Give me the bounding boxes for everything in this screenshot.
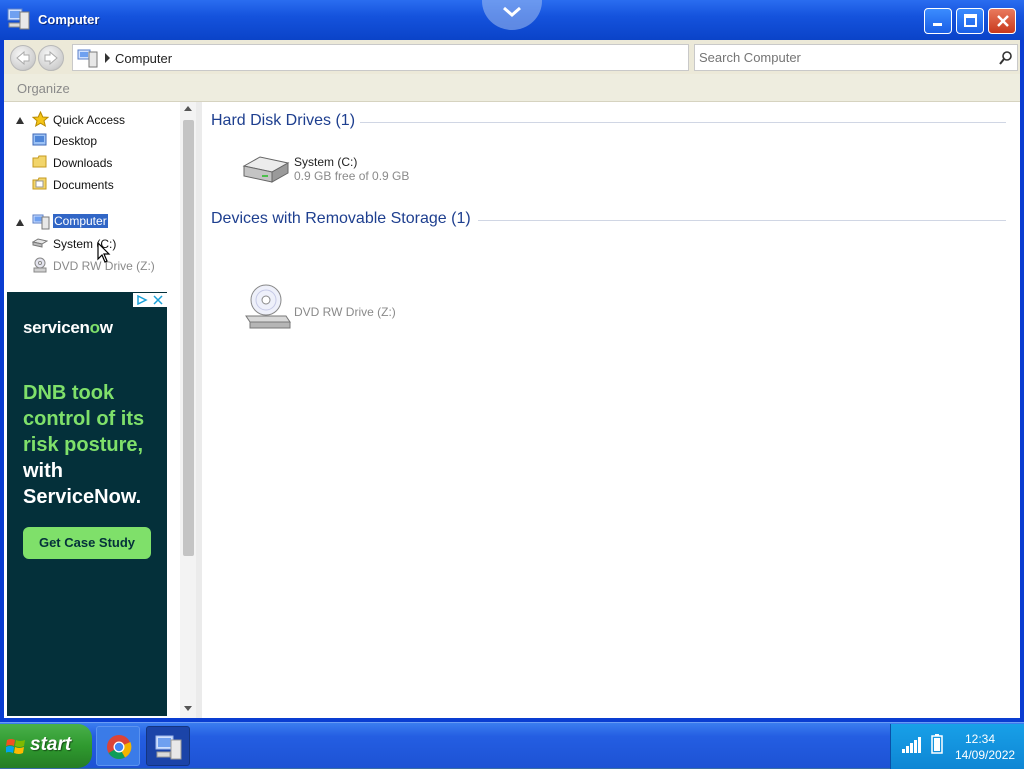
tree-item-desktop[interactable]: Desktop	[32, 131, 172, 151]
tree-expand-icon[interactable]	[16, 117, 24, 124]
ad-badge[interactable]	[133, 293, 167, 307]
folder-icon	[32, 155, 47, 168]
computer-icon	[155, 735, 182, 760]
ad-cta-button[interactable]: Get Case Study	[23, 527, 151, 559]
chevron-down-icon	[503, 6, 521, 17]
tree-expand-icon[interactable]	[16, 219, 24, 226]
minimize-icon	[933, 23, 942, 26]
advertisement[interactable]: servicenow DNB took control of its risk …	[7, 292, 167, 716]
ad-choices-icon[interactable]	[136, 295, 148, 305]
tree-item-documents[interactable]: Documents	[32, 175, 172, 195]
tree-label: Desktop	[53, 134, 98, 148]
tree-label: Downloads	[53, 156, 113, 170]
close-button[interactable]	[988, 8, 1016, 34]
clock-date[interactable]: 14/09/2022	[955, 748, 1015, 762]
search-box[interactable]	[694, 44, 1018, 71]
title-bar[interactable]: Computer	[0, 0, 1024, 40]
arrow-right-icon	[44, 51, 58, 65]
tree-label: Computer	[53, 214, 108, 228]
hard-drive-icon	[242, 156, 290, 183]
star-icon	[32, 111, 49, 128]
address-row: Computer	[4, 40, 1020, 74]
forward-button[interactable]	[38, 45, 64, 71]
maximize-button[interactable]	[956, 8, 984, 34]
tree-item-downloads[interactable]: Downloads	[32, 153, 172, 173]
taskbar-chrome-button[interactable]	[96, 726, 140, 766]
dvd-drive-icon	[33, 257, 47, 273]
arrow-left-icon	[16, 51, 30, 65]
minimize-button[interactable]	[924, 8, 952, 34]
organize-button[interactable]: Organize	[17, 81, 70, 96]
address-bar[interactable]: Computer	[72, 44, 689, 71]
dvd-drive-icon	[245, 284, 291, 329]
explorer-window: Computer Computer Search Computer Organi…	[0, 0, 1024, 722]
ad-brand-o: o	[89, 318, 100, 337]
drive-name: DVD RW Drive (Z:)	[294, 305, 396, 319]
ad-brand-text: w	[99, 318, 113, 337]
tree-item-computer[interactable]: Computer	[14, 212, 174, 232]
search-input[interactable]	[699, 48, 989, 67]
search-icon[interactable]	[999, 51, 1013, 65]
drive-free-space: 0.9 GB free of 0.9 GB	[294, 169, 410, 183]
group-heading-removable-storage[interactable]: Devices with Removable Storage (1)	[211, 210, 471, 228]
computer-icon	[77, 49, 98, 68]
system-tray: 12:34 14/09/2022	[890, 724, 1024, 769]
start-label: start	[30, 734, 72, 755]
windows-logo-icon	[6, 739, 25, 754]
drive-item-dvd-z[interactable]: DVD RW Drive (Z:)	[242, 284, 482, 334]
close-icon[interactable]	[153, 295, 163, 305]
drive-name: System (C:)	[294, 155, 358, 169]
ad-brand-text: servicen	[23, 318, 90, 337]
documents-folder-icon	[32, 177, 47, 190]
tree-item-quick-access[interactable]: Quick Access	[14, 110, 174, 130]
desktop-icon	[32, 133, 47, 146]
taskbar: start 12:34 14/09/2022	[0, 722, 1024, 769]
scroll-down-icon[interactable]	[184, 706, 192, 711]
scroll-up-icon[interactable]	[184, 106, 192, 111]
group-divider	[360, 122, 1006, 123]
mouse-cursor-icon	[97, 242, 111, 263]
group-divider	[478, 220, 1006, 221]
navigation-pane: Quick Access Desktop Downloads Documents	[4, 102, 200, 718]
tree-label: Quick Access	[53, 113, 126, 127]
battery-icon[interactable]	[931, 734, 943, 754]
ad-headline-green: DNB took control of its risk posture,	[23, 382, 145, 456]
group-heading-hard-disk-drives[interactable]: Hard Disk Drives (1)	[211, 112, 355, 130]
ad-headline-white: with ServiceNow.	[23, 460, 142, 508]
maximize-icon	[964, 14, 977, 27]
command-bar: Organize	[4, 74, 1020, 102]
nav-scrollbar[interactable]	[180, 102, 196, 718]
breadcrumb-chevron-icon[interactable]	[105, 53, 110, 63]
scroll-thumb[interactable]	[183, 120, 194, 556]
ad-brand-logo: servicenow	[23, 318, 113, 338]
tree-label: Documents	[53, 178, 114, 192]
taskbar-explorer-button[interactable]	[146, 726, 190, 766]
drive-item-system-c[interactable]: System (C:) 0.9 GB free of 0.9 GB	[242, 152, 482, 188]
clock-time[interactable]: 12:34	[965, 732, 995, 746]
close-icon	[997, 15, 1009, 27]
window-title: Computer	[38, 12, 100, 27]
collapse-handle[interactable]	[482, 0, 542, 30]
hard-drive-icon	[32, 238, 48, 248]
window-client: Computer Organize Quick Access Desktop	[4, 40, 1020, 718]
chrome-icon	[107, 735, 132, 760]
content-pane: Hard Disk Drives (1) System (C:) 0.9 GB …	[202, 102, 1020, 718]
computer-icon	[7, 8, 30, 30]
computer-icon	[32, 214, 50, 230]
start-button[interactable]: start	[0, 724, 92, 768]
signal-strength-icon[interactable]	[901, 736, 923, 754]
back-button[interactable]	[10, 45, 36, 71]
ad-headline: DNB took control of its risk posture, wi…	[23, 380, 163, 510]
breadcrumb[interactable]: Computer	[115, 51, 172, 66]
